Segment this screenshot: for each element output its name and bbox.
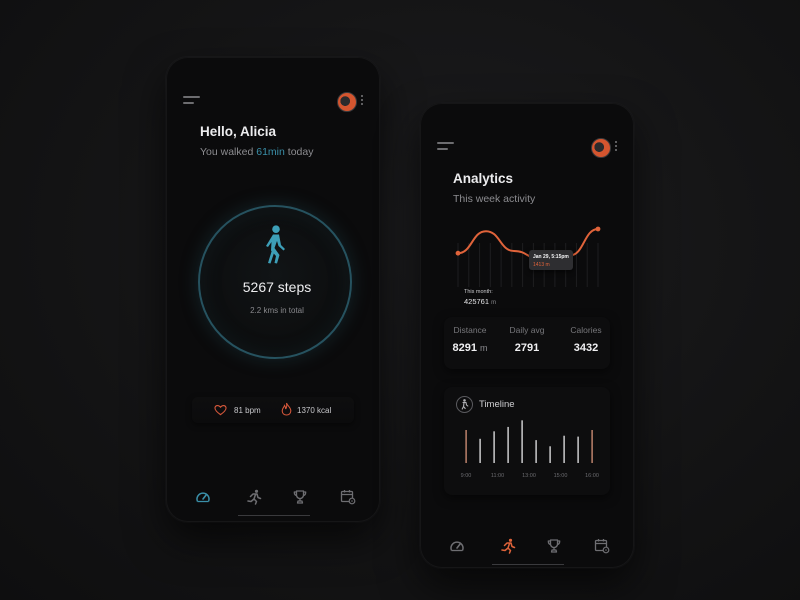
trophy-icon[interactable] — [546, 538, 562, 554]
line-point[interactable] — [595, 226, 601, 232]
more-options-icon[interactable] — [361, 95, 364, 106]
steps-count: 5267 steps — [242, 279, 312, 295]
timeline-bar — [479, 438, 481, 463]
analytics-screen: Analytics This week activity Jan 29, 5:1… — [420, 103, 634, 568]
timeline-bar — [507, 426, 509, 463]
flame-icon — [281, 402, 292, 416]
month-label: This month: — [464, 289, 493, 295]
timeline-tick-label: 13:00 — [522, 473, 536, 479]
heart-rate: 81 bpm — [234, 406, 261, 415]
metric-daily-avg-label: Daily avg — [509, 325, 545, 335]
analytics-title: Analytics — [453, 171, 514, 186]
metric-calories-value: 3432 — [573, 342, 599, 354]
timeline-card: Timeline 9:00 11:00 13:00 15:00 16:00 — [444, 387, 610, 495]
home-screen: Hello, Alicia You walked 61min today 526… — [166, 57, 380, 522]
running-person-icon[interactable] — [246, 489, 262, 505]
steps-ring: 5267 steps 2.2 kms in total — [198, 205, 352, 359]
metrics-card: Distance 8291 m Daily avg 2791 Calories … — [444, 317, 610, 369]
timeline-bar-chart: 9:00 11:00 13:00 15:00 16:00 — [461, 420, 599, 479]
distance-total: 2.2 kms in total — [250, 306, 304, 315]
analytics-subtitle: This week activity — [453, 193, 536, 205]
running-person-icon[interactable] — [500, 538, 516, 554]
timeline-bar — [563, 435, 565, 463]
greeting-title: Hello, Alicia — [200, 124, 277, 139]
hamburger-menu-icon[interactable] — [437, 142, 455, 152]
line-point[interactable] — [455, 250, 461, 256]
more-options-icon[interactable] — [615, 141, 618, 152]
home-indicator — [238, 515, 310, 516]
timeline-tick-label: 15:00 — [554, 473, 568, 479]
stats-bar: 81 bpm 1370 kcal — [192, 397, 354, 423]
metric-daily-avg-value: 2791 — [514, 342, 540, 354]
month-value: 425761 — [464, 297, 490, 306]
timeline-bar — [493, 431, 495, 463]
timeline-bars: 9:00 11:00 13:00 15:00 16:00 — [461, 420, 599, 479]
metric-distance-value: 8291 m — [440, 342, 500, 354]
chart-gridlines — [457, 243, 599, 287]
timeline-bar — [577, 436, 579, 463]
home-indicator — [492, 564, 564, 565]
heart-icon — [214, 405, 227, 416]
tooltip-value: 1413 m — [533, 262, 550, 268]
timeline-bar — [465, 430, 467, 463]
distance-unit: m — [480, 343, 488, 353]
hamburger-menu-icon[interactable] — [183, 96, 201, 106]
timeline-bar — [535, 440, 537, 463]
speedometer-icon[interactable] — [449, 538, 465, 554]
speedometer-icon[interactable] — [195, 489, 211, 505]
chart-tooltip: Jan 29, 5:15pm 1413 m — [529, 250, 573, 270]
activity-line — [457, 228, 599, 261]
line-points — [455, 226, 601, 263]
tab-bar — [166, 479, 380, 519]
tab-bar — [420, 528, 634, 568]
timeline-bar — [521, 420, 523, 463]
metric-calories-label: Calories — [570, 325, 602, 335]
avatar[interactable] — [337, 92, 357, 112]
walked-value: 61min — [256, 146, 285, 158]
walked-summary: You walked 61min today — [200, 146, 313, 158]
walked-prefix: You walked — [200, 146, 254, 158]
timeline-tick-label: 16:00 — [585, 473, 599, 479]
timeline-tick-label: 11:00 — [491, 473, 504, 479]
calendar-settings-icon[interactable] — [340, 489, 356, 505]
calendar-settings-icon[interactable] — [594, 538, 610, 554]
metric-distance-label: Distance — [453, 325, 487, 335]
walking-person-icon — [266, 225, 285, 264]
timeline-bar — [549, 446, 551, 463]
tooltip-date: Jan 29, 5:15pm — [533, 254, 569, 260]
timeline-title: Timeline — [479, 399, 515, 410]
walked-suffix: today — [287, 146, 314, 158]
distance-number: 8291 — [452, 342, 477, 354]
month-unit: m — [491, 300, 497, 306]
month-total: 425761 m — [464, 297, 496, 306]
timeline-walker-icon — [456, 396, 473, 413]
timeline-bar — [591, 430, 593, 463]
avatar[interactable] — [591, 138, 611, 158]
timeline-tick-label: 9:00 — [461, 473, 472, 479]
calories-burned: 1370 kcal — [297, 406, 332, 415]
trophy-icon[interactable] — [292, 489, 308, 505]
